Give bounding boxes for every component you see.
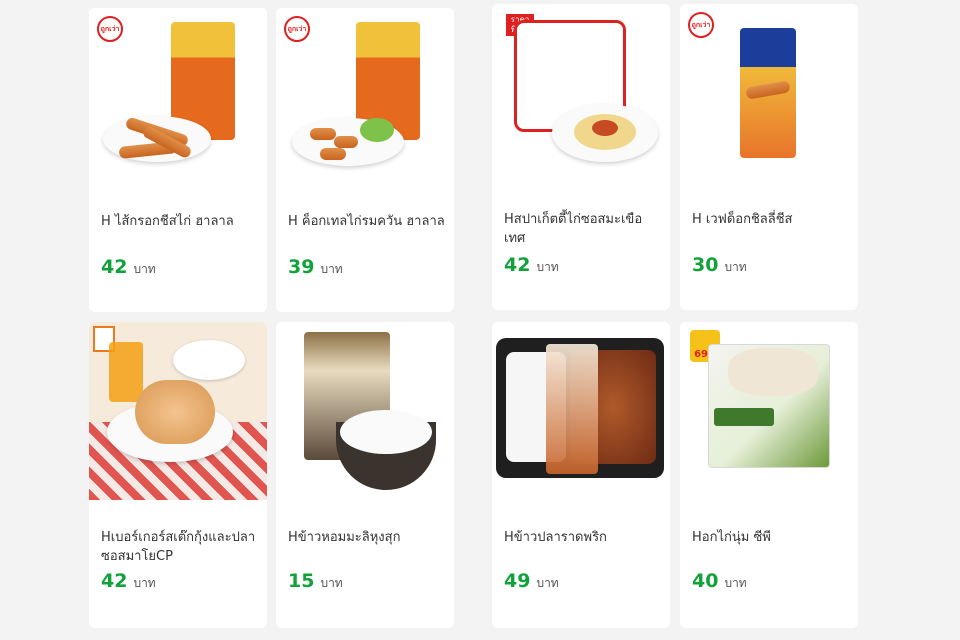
product-price: 49 บาท bbox=[504, 570, 559, 593]
sausage bbox=[334, 136, 358, 148]
product-name: Hข้าวหอมมะลิหุงสุก bbox=[288, 530, 401, 545]
juice-glass bbox=[109, 342, 143, 402]
product-card[interactable]: ราคาพิเศษ Hสปาเก็ตตี้ไก่ซอสมะเขือเทศ 42 … bbox=[492, 4, 670, 310]
price-unit: บาท bbox=[724, 576, 747, 590]
product-image: ถูกเว่า bbox=[680, 4, 858, 182]
burger bbox=[135, 380, 215, 444]
price-unit: บาท bbox=[536, 576, 559, 590]
product-name: H ไส้กรอกชีสไก่ ฮาลาล bbox=[101, 214, 234, 229]
chicken-breast bbox=[728, 348, 818, 396]
product-name: Hข้าวปลาราดพริก bbox=[504, 530, 607, 545]
product-name: Hสปาเก็ตตี้ไก่ซอสมะเขือเทศ bbox=[504, 212, 643, 246]
product-name: H ค็อกเทลไก่รมควัน ฮาลาล bbox=[288, 214, 445, 229]
price-unit: บาท bbox=[133, 262, 156, 276]
fries-bowl bbox=[173, 340, 245, 380]
price-value: 42 bbox=[101, 570, 128, 592]
price-unit: บาท bbox=[320, 262, 343, 276]
sausage bbox=[310, 128, 336, 140]
price-value: 42 bbox=[101, 256, 128, 278]
product-price: 15 บาท bbox=[288, 570, 343, 593]
promo-badge-icon: ถูกเว่า bbox=[97, 16, 123, 42]
product-image bbox=[492, 322, 670, 500]
product-card[interactable]: ถูกเว่า H ค็อกเทลไก่รมควัน ฮาลาล 39 บาท bbox=[276, 8, 454, 312]
product-card[interactable]: ถูกเว่า H เวฟด็อกชิลลี่ชีส 30 บาท bbox=[680, 4, 858, 310]
price-unit: บาท bbox=[320, 576, 343, 590]
product-name: Hเบอร์เกอร์สเต๊กกุ้งและปลาซอสมาโยCP bbox=[101, 530, 256, 564]
cp-delight-logo-icon bbox=[714, 408, 774, 426]
product-image: ถูกเว่า bbox=[276, 8, 454, 186]
product-price: 42 บาท bbox=[101, 256, 156, 279]
price-unit: บาท bbox=[536, 260, 559, 274]
product-price: 30 บาท bbox=[692, 254, 747, 277]
rice bbox=[340, 410, 432, 454]
product-image: ราคาพิเศษ bbox=[492, 4, 670, 182]
price-value: 30 bbox=[692, 254, 719, 276]
price-value: 40 bbox=[692, 570, 719, 592]
price-value: 49 bbox=[504, 570, 531, 592]
product-name: H เวฟด็อกชิลลี่ชีส bbox=[692, 212, 793, 227]
product-image bbox=[276, 322, 454, 500]
product-price: 42 บาท bbox=[101, 570, 156, 593]
price-value: 15 bbox=[288, 570, 315, 592]
product-name: Hอกไก่นุ่ม ซีพี bbox=[692, 530, 771, 545]
price-unit: บาท bbox=[724, 260, 747, 274]
product-image: ถูกเว่า bbox=[89, 8, 267, 186]
sausage bbox=[320, 148, 346, 160]
promo-badge-icon: ถูกเว่า bbox=[688, 12, 714, 38]
lettuce bbox=[360, 118, 394, 142]
product-image bbox=[89, 322, 267, 500]
price-value: 42 bbox=[504, 254, 531, 276]
product-card[interactable]: Hเบอร์เกอร์สเต๊กกุ้งและปลาซอสมาโยCP 42 บ… bbox=[89, 322, 267, 628]
price-unit: บาท bbox=[133, 576, 156, 590]
product-price: 42 บาท bbox=[504, 254, 559, 277]
product-card[interactable]: ถูกเว่า H ไส้กรอกชีสไก่ ฮาลาล 42 บาท bbox=[89, 8, 267, 312]
product-card[interactable]: 69.- Hอกไก่นุ่ม ซีพี 40 บาท bbox=[680, 322, 858, 628]
product-price: 40 บาท bbox=[692, 570, 747, 593]
promo-badge-icon: ถูกเว่า bbox=[284, 16, 310, 42]
price-value: 39 bbox=[288, 256, 315, 278]
product-card[interactable]: Hข้าวปลาราดพริก 49 บาท bbox=[492, 322, 670, 628]
product-image: 69.- bbox=[680, 322, 858, 500]
product-label bbox=[546, 344, 598, 474]
product-price: 39 บาท bbox=[288, 256, 343, 279]
sauce bbox=[592, 120, 618, 136]
product-card[interactable]: Hข้าวหอมมะลิหุงสุก 15 บาท bbox=[276, 322, 454, 628]
